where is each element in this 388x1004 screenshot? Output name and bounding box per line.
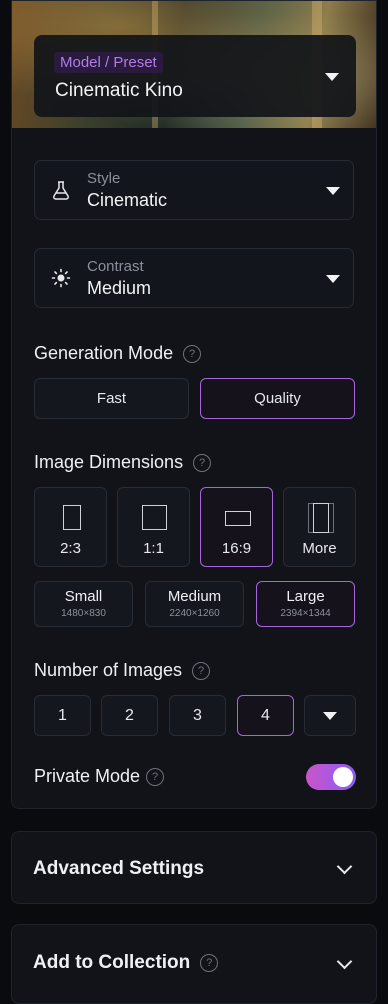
ratio-more-button[interactable]: More (283, 487, 356, 567)
number-of-images-title: Number of Images? (34, 660, 211, 681)
sun-icon (51, 268, 71, 288)
chevron-down-icon (336, 953, 353, 970)
size-medium-button[interactable]: Medium 2240×1260 (145, 581, 244, 627)
count-1-button[interactable]: 1 (34, 695, 91, 736)
caret-down-icon (325, 73, 339, 81)
count-4-button[interactable]: 4 (237, 695, 294, 736)
advanced-settings-title: Advanced Settings (33, 858, 205, 879)
caret-down-icon (326, 275, 340, 283)
caret-down-icon (326, 187, 340, 195)
settings-panel: Model / Preset Cinematic Kino Style Cine… (11, 0, 377, 809)
private-mode-label: Private Mode (34, 766, 141, 786)
preset-tag: Model / Preset (54, 52, 163, 73)
private-mode-row: Private Mode? (34, 766, 165, 787)
size-large-button[interactable]: Large 2394×1344 (256, 581, 355, 627)
chevron-down-icon (336, 858, 353, 875)
mode-fast-button[interactable]: Fast (34, 378, 189, 419)
count-more-dropdown[interactable] (304, 695, 356, 736)
toggle-knob (333, 767, 353, 787)
help-icon[interactable]: ? (193, 454, 212, 473)
image-dimensions-title: Image Dimensions? (34, 452, 212, 473)
mode-quality-button[interactable]: Quality (200, 378, 355, 419)
landscape-ratio-icon (225, 511, 251, 526)
add-to-collection-accordion[interactable]: Add to Collection? (11, 924, 377, 1004)
help-icon[interactable]: ? (200, 953, 219, 972)
contrast-label: Contrast (87, 258, 144, 275)
style-label: Style (87, 170, 121, 187)
size-small-button[interactable]: Small 1480×830 (34, 581, 133, 627)
private-mode-toggle[interactable] (306, 764, 356, 790)
contrast-select[interactable]: Contrast Medium (34, 248, 354, 308)
count-2-button[interactable]: 2 (101, 695, 158, 736)
advanced-settings-accordion[interactable]: Advanced Settings (11, 831, 377, 904)
count-3-button[interactable]: 3 (169, 695, 226, 736)
help-icon[interactable]: ? (183, 345, 202, 364)
ratio-1-1-button[interactable]: 1:1 (117, 487, 190, 567)
caret-down-icon (323, 712, 337, 720)
portrait-ratio-icon (63, 505, 81, 530)
flask-icon (52, 181, 70, 200)
ratio-16-9-button[interactable]: 16:9 (200, 487, 273, 567)
square-ratio-icon (142, 505, 167, 530)
help-icon[interactable]: ? (146, 768, 165, 787)
model-preset-dropdown[interactable]: Model / Preset Cinematic Kino (34, 35, 356, 117)
ratio-2-3-button[interactable]: 2:3 (34, 487, 107, 567)
help-icon[interactable]: ? (192, 662, 211, 681)
style-value: Cinematic (87, 190, 168, 210)
contrast-value: Medium (87, 278, 152, 298)
preset-value: Cinematic Kino (55, 80, 183, 101)
generation-mode-title: Generation Mode? (34, 343, 202, 364)
style-select[interactable]: Style Cinematic (34, 160, 354, 220)
add-to-collection-title: Add to Collection? (33, 952, 219, 974)
